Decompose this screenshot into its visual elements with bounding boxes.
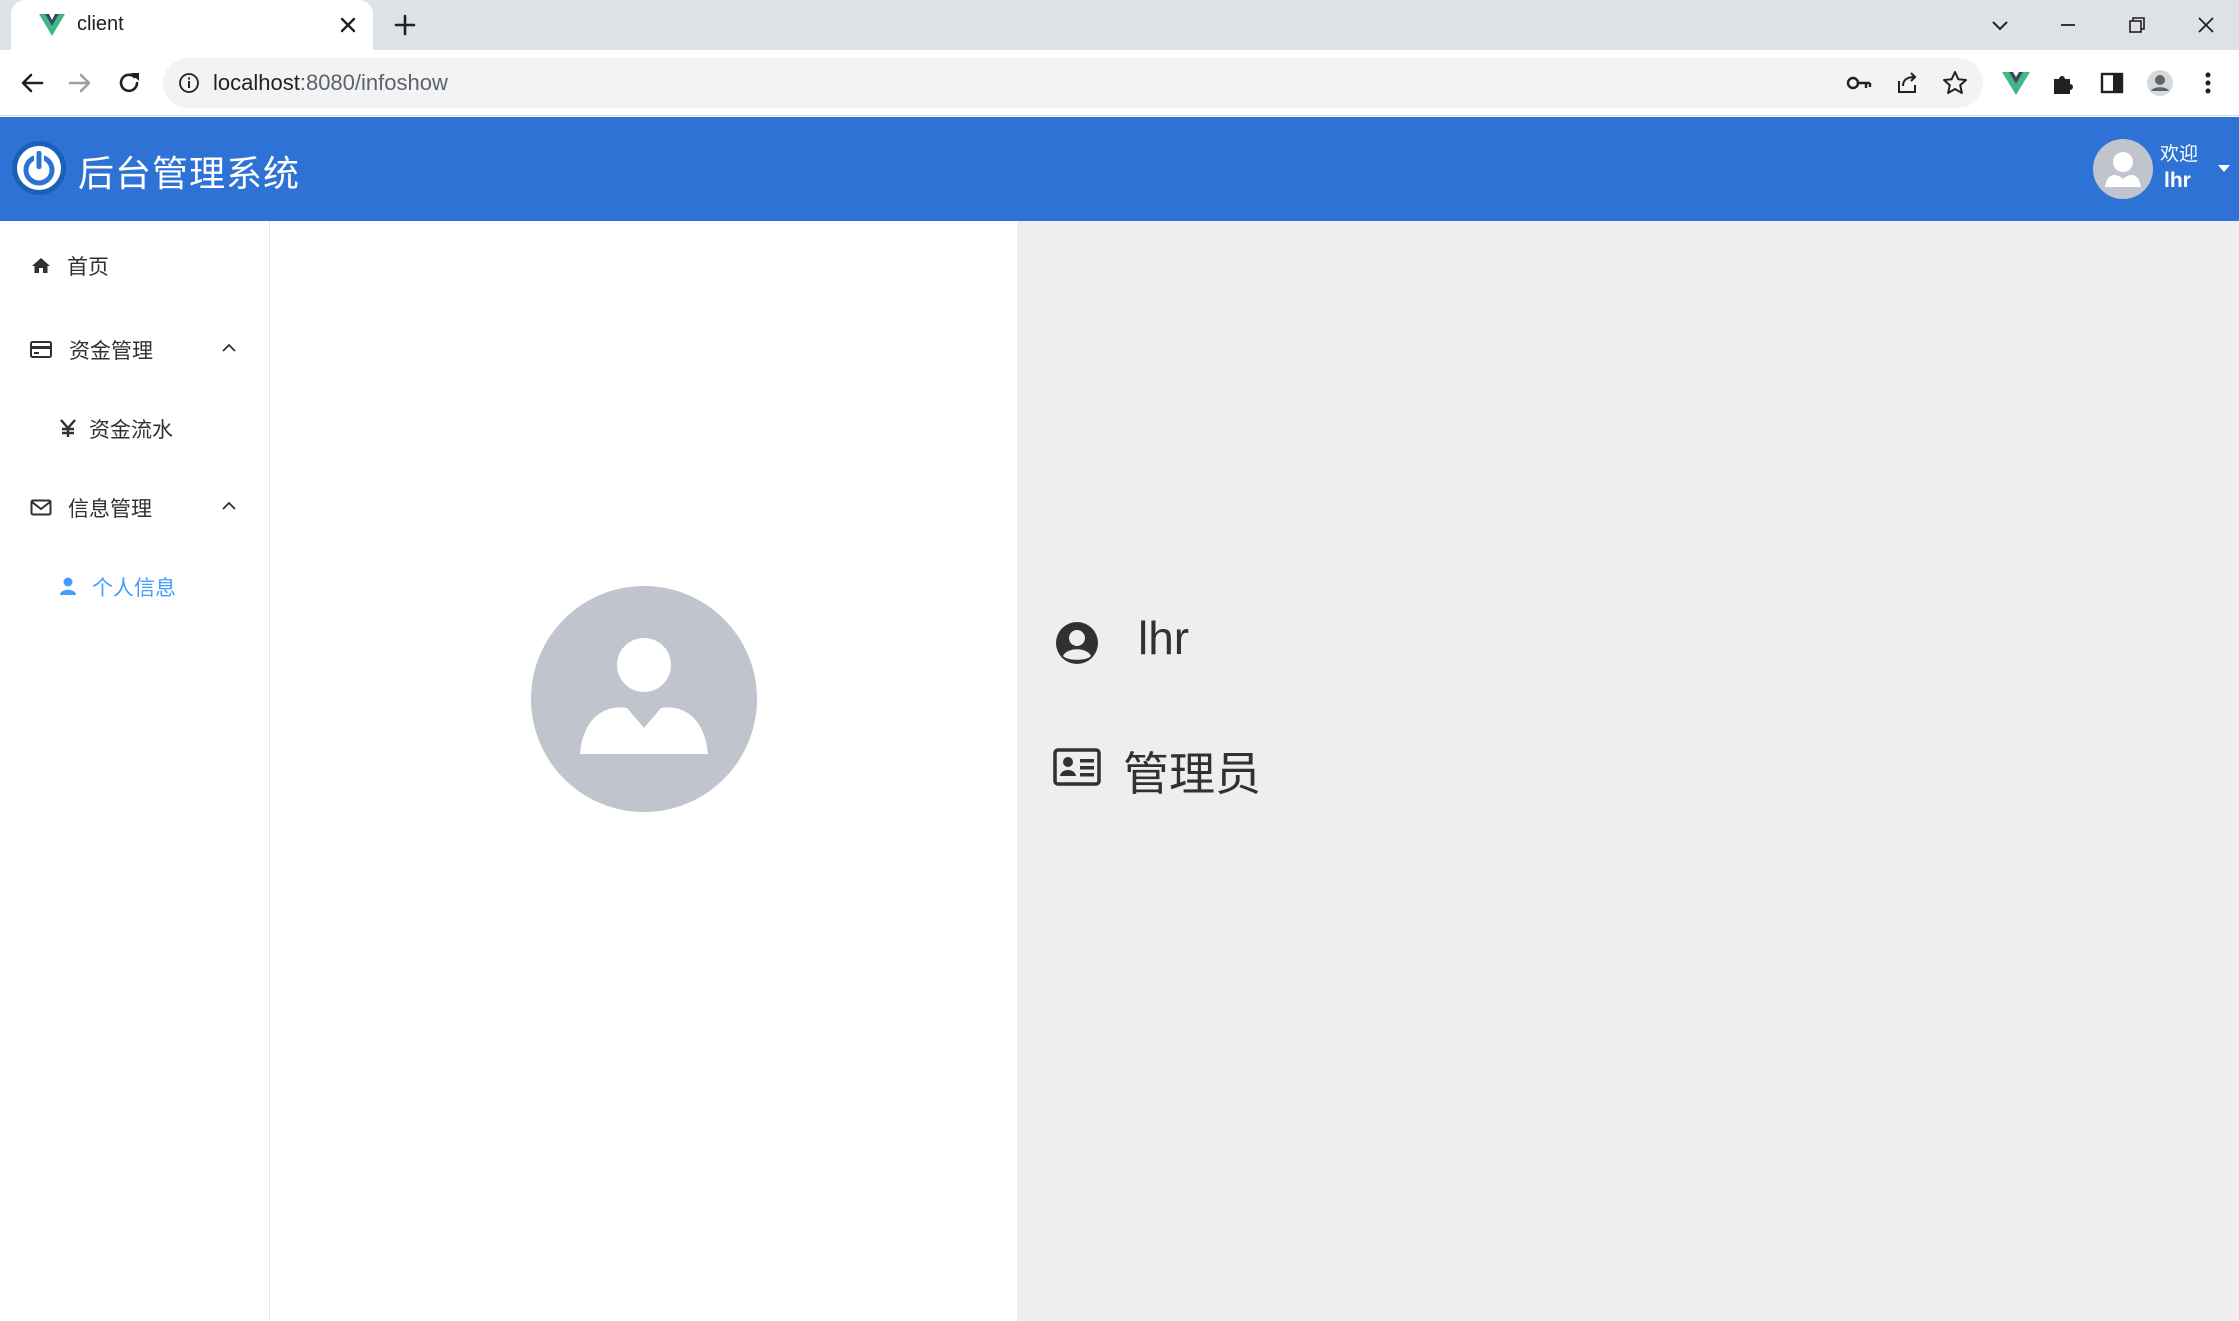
app-title: 后台管理系统 (78, 153, 301, 194)
id-card-icon (1053, 748, 1101, 786)
browser-tabstrip: client (0, 0, 2239, 50)
reload-icon[interactable] (113, 67, 145, 99)
browser-tab[interactable]: client (11, 0, 373, 50)
side-panel-icon[interactable] (2096, 67, 2128, 99)
welcome-text: 欢迎 (2160, 144, 2199, 165)
minimize-icon[interactable] (2053, 10, 2083, 40)
vue-logo-icon (39, 14, 65, 36)
url-host: localhost (213, 70, 300, 95)
tab-title: client (77, 13, 124, 35)
restore-icon[interactable] (2122, 10, 2152, 40)
sidebar-item-label: 信息管理 (68, 498, 152, 521)
close-window-icon[interactable] (2191, 10, 2221, 40)
credit-card-icon (30, 341, 52, 358)
bookmark-star-icon[interactable] (1941, 69, 1969, 97)
sidebar-item-fund-management[interactable]: 资金管理 (0, 319, 269, 379)
default-avatar-icon (580, 638, 708, 754)
sidebar-item-personal-info[interactable]: 个人信息 (0, 556, 269, 616)
profile-info-panel: lhr 管理员 (1017, 221, 2239, 1321)
sidebar-item-label: 资金管理 (69, 340, 153, 363)
profile-avatar (531, 586, 757, 812)
new-tab-icon[interactable] (392, 12, 418, 38)
forward-icon[interactable] (64, 67, 96, 99)
tab-search-icon[interactable] (1985, 10, 2015, 40)
site-info-icon[interactable] (177, 71, 201, 95)
user-icon (60, 577, 76, 595)
user-circle-icon (1056, 622, 1098, 664)
chevron-up-icon (222, 501, 236, 510)
sidebar-item-label: 个人信息 (92, 577, 176, 600)
profile-role: 管理员 (1123, 748, 1261, 800)
sidebar-item-fund-flow[interactable]: 资金流水 (0, 398, 269, 458)
profile-avatar-panel (270, 221, 1017, 1321)
url-text[interactable]: localhost:8080/infoshow (213, 70, 448, 96)
default-avatar-icon (2105, 152, 2141, 187)
browser-toolbar: localhost:8080/infoshow (0, 50, 2239, 116)
close-tab-icon[interactable] (337, 14, 359, 36)
header-username[interactable]: lhr (2164, 169, 2191, 193)
back-icon[interactable] (16, 67, 48, 99)
vue-devtools-icon[interactable] (2000, 67, 2032, 99)
profile-name: lhr (1138, 612, 1190, 664)
yen-icon (60, 419, 76, 437)
app-header: 后台管理系统 欢迎 lhr (0, 117, 2239, 221)
share-icon[interactable] (1893, 69, 1921, 97)
extensions-icon[interactable] (2048, 67, 2080, 99)
caret-down-icon[interactable] (2216, 161, 2232, 175)
power-logo-icon (12, 141, 66, 195)
profile-icon[interactable] (2144, 67, 2176, 99)
address-bar[interactable]: localhost:8080/infoshow (163, 58, 1983, 108)
sidebar-item-info-management[interactable]: 信息管理 (0, 477, 269, 537)
envelope-icon (30, 499, 52, 516)
home-icon (32, 258, 50, 273)
sidebar-item-home[interactable]: 首页 (0, 235, 269, 295)
sidebar-item-label: 资金流水 (89, 419, 173, 442)
key-icon[interactable] (1845, 69, 1873, 97)
user-avatar[interactable] (2093, 139, 2153, 199)
url-path: :8080/infoshow (299, 70, 448, 95)
sidebar-menu: 首页 资金管理 资金流水 信息管理 个人信息 (0, 221, 270, 1321)
chevron-up-icon (222, 343, 236, 352)
sidebar-item-label: 首页 (67, 256, 109, 279)
menu-kebab-icon[interactable] (2192, 67, 2224, 99)
